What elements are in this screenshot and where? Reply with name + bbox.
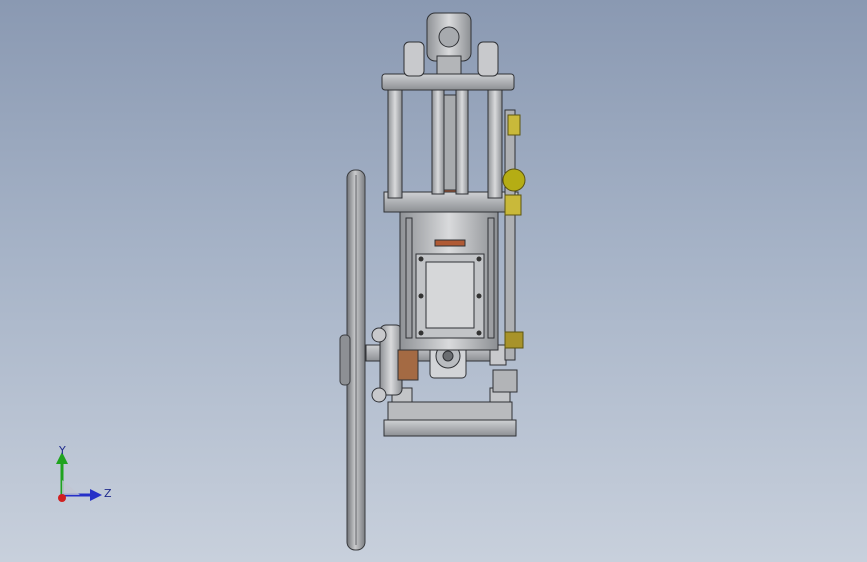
- valve-gear[interactable]: [502, 109, 526, 361]
- support-columns[interactable]: [387, 83, 503, 199]
- engine-3d-model[interactable]: [0, 0, 867, 562]
- axis-triad: Y Z: [56, 444, 112, 502]
- graphics-viewport[interactable]: Y Z: [0, 0, 867, 562]
- y-axis-label: Y: [58, 444, 66, 457]
- z-axis-arrow: [90, 489, 102, 501]
- z-axis-label: Z: [104, 487, 112, 500]
- x-axis-dot: [58, 494, 66, 502]
- triad-plane: [62, 480, 80, 495]
- top-crosshead[interactable]: [381, 12, 515, 91]
- cylinder-block[interactable]: [383, 185, 519, 351]
- base-plate[interactable]: [383, 387, 517, 437]
- flywheel[interactable]: [339, 169, 366, 551]
